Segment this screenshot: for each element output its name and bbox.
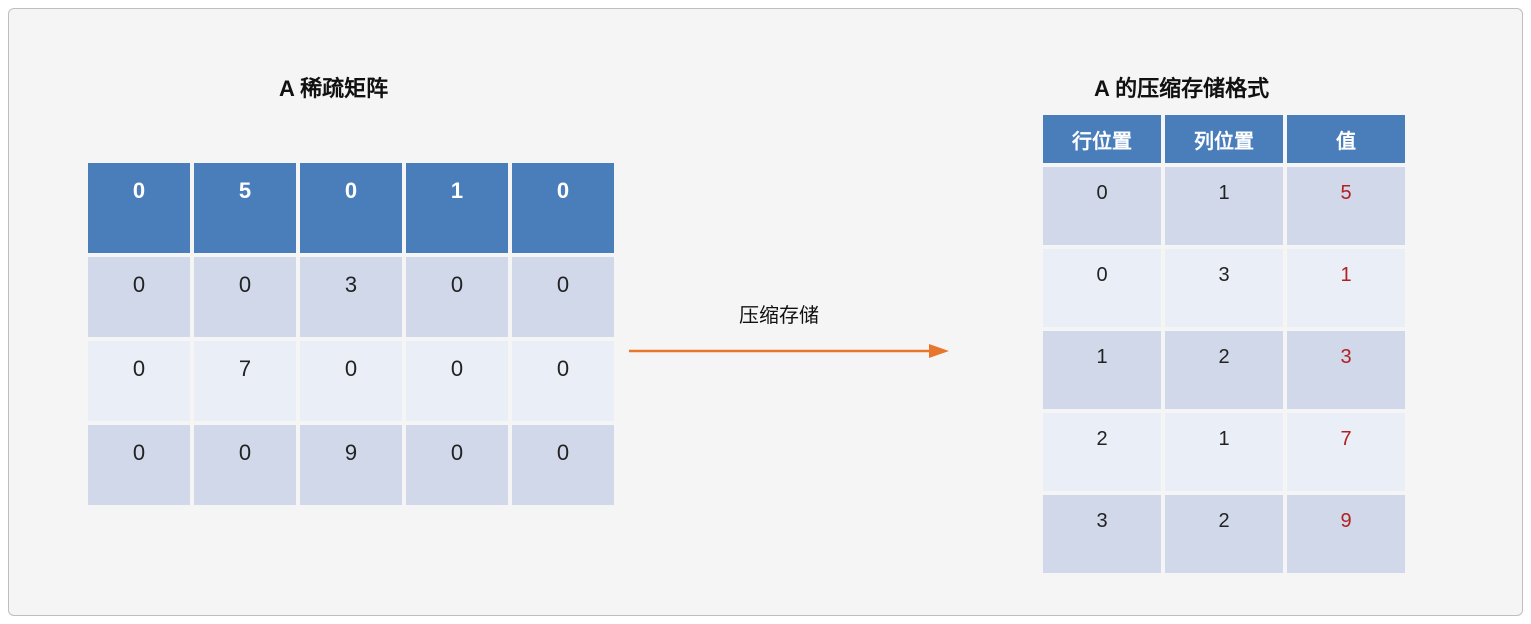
- arrow-icon: [629, 341, 949, 361]
- matrix-cell: 0: [194, 257, 296, 337]
- sparse-matrix: 0 5 0 1 0 0 0 3 0 0 0 7 0 0 0 0 0 9 0 0: [84, 159, 618, 509]
- table-row: 0 3 1: [1043, 249, 1405, 327]
- matrix-cell: 0: [512, 425, 614, 505]
- col-header-row-index: 行位置: [1043, 115, 1161, 163]
- table-header-row: 行位置 列位置 值: [1043, 115, 1405, 163]
- cell-col: 3: [1165, 249, 1283, 327]
- matrix-cell: 0: [512, 341, 614, 421]
- cell-value: 1: [1287, 249, 1405, 327]
- matrix-cell: 3: [300, 257, 402, 337]
- compressed-format-title: A 的压缩存储格式: [1094, 71, 1269, 103]
- matrix-cell: 7: [194, 341, 296, 421]
- matrix-cell: 0: [88, 257, 190, 337]
- cell-row: 0: [1043, 249, 1161, 327]
- cell-row: 2: [1043, 413, 1161, 491]
- cell-row: 1: [1043, 331, 1161, 409]
- matrix-cell: 0: [88, 163, 190, 253]
- cell-value: 3: [1287, 331, 1405, 409]
- cell-value: 5: [1287, 167, 1405, 245]
- matrix-cell: 0: [512, 257, 614, 337]
- matrix-cell: 0: [194, 425, 296, 505]
- cell-value: 7: [1287, 413, 1405, 491]
- compressed-table: 行位置 列位置 值 0 1 5 0 3 1 1 2 3 2 1 7 3 2 9: [1039, 111, 1409, 577]
- cell-row: 3: [1043, 495, 1161, 573]
- matrix-cell: 0: [300, 341, 402, 421]
- col-header-value: 值: [1287, 115, 1405, 163]
- matrix-cell: 1: [406, 163, 508, 253]
- matrix-row: 0 0 9 0 0: [88, 425, 614, 505]
- table-row: 1 2 3: [1043, 331, 1405, 409]
- matrix-row: 0 0 3 0 0: [88, 257, 614, 337]
- table-row: 3 2 9: [1043, 495, 1405, 573]
- matrix-row: 0 7 0 0 0: [88, 341, 614, 421]
- matrix-cell: 0: [406, 425, 508, 505]
- diagram-frame: A 稀疏矩阵 A 的压缩存储格式 0 5 0 1 0 0 0 3 0 0 0 7…: [8, 8, 1523, 616]
- matrix-row: 0 5 0 1 0: [88, 163, 614, 253]
- cell-col: 1: [1165, 413, 1283, 491]
- table-row: 2 1 7: [1043, 413, 1405, 491]
- table-row: 0 1 5: [1043, 167, 1405, 245]
- cell-row: 0: [1043, 167, 1161, 245]
- arrow-label: 压缩存储: [739, 299, 819, 328]
- cell-col: 2: [1165, 331, 1283, 409]
- cell-col: 2: [1165, 495, 1283, 573]
- matrix-cell: 0: [300, 163, 402, 253]
- sparse-matrix-title: A 稀疏矩阵: [279, 71, 388, 103]
- matrix-cell: 0: [512, 163, 614, 253]
- cell-value: 9: [1287, 495, 1405, 573]
- matrix-cell: 9: [300, 425, 402, 505]
- matrix-cell: 0: [88, 341, 190, 421]
- col-header-col-index: 列位置: [1165, 115, 1283, 163]
- matrix-cell: 0: [88, 425, 190, 505]
- cell-col: 1: [1165, 167, 1283, 245]
- matrix-cell: 0: [406, 341, 508, 421]
- matrix-cell: 0: [406, 257, 508, 337]
- matrix-cell: 5: [194, 163, 296, 253]
